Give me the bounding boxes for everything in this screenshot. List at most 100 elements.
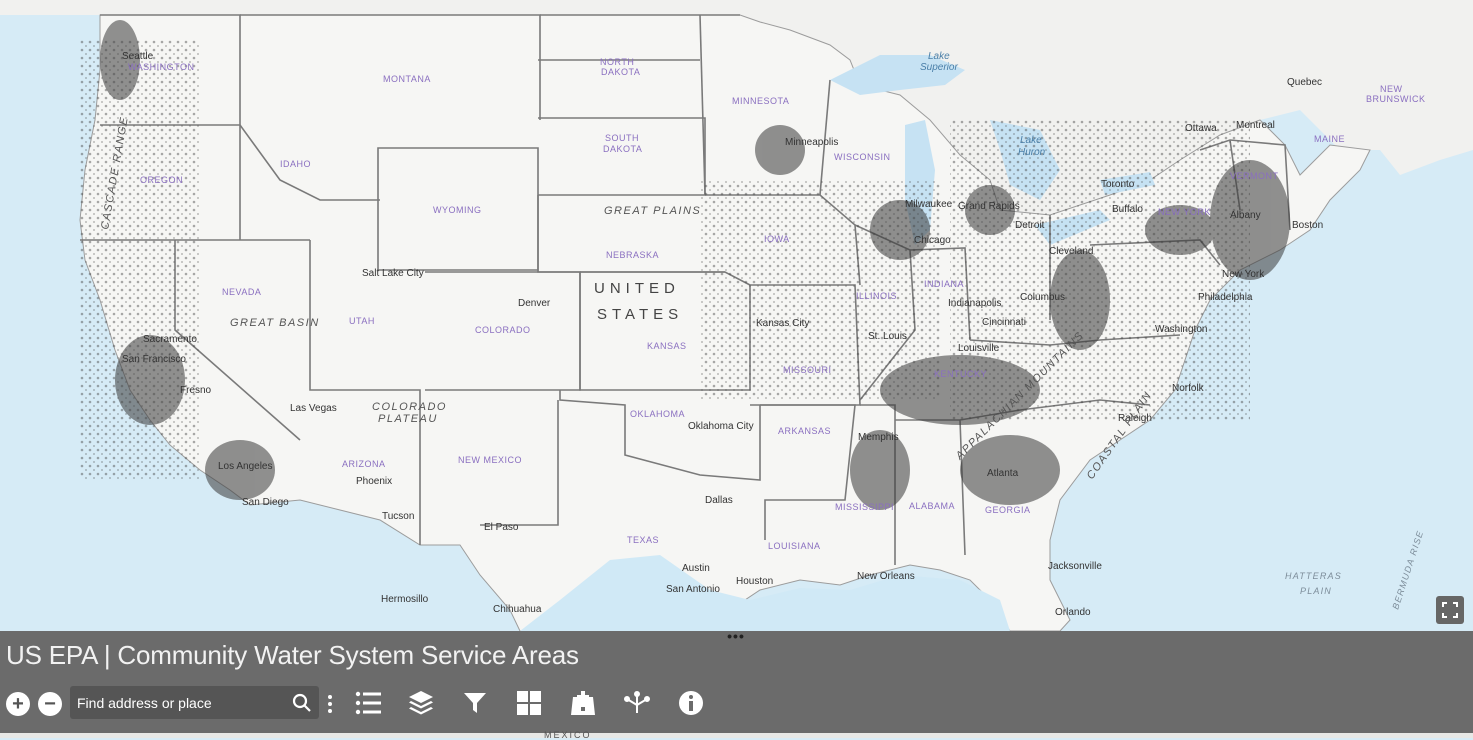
svg-text:St. Louis: St. Louis: [868, 331, 907, 342]
svg-text:Montreal: Montreal: [1236, 120, 1275, 131]
svg-text:Philadelphia: Philadelphia: [1198, 292, 1253, 303]
svg-text:Albany: Albany: [1230, 210, 1261, 221]
svg-text:STATES: STATES: [597, 306, 683, 323]
svg-text:Huron: Huron: [1018, 147, 1046, 158]
svg-text:NEW MEXICO: NEW MEXICO: [458, 455, 522, 465]
svg-text:New York: New York: [1222, 269, 1265, 280]
svg-text:Ottawa: Ottawa: [1185, 123, 1217, 134]
svg-text:MAINE: MAINE: [1314, 134, 1345, 144]
svg-text:WASHINGTON: WASHINGTON: [128, 62, 195, 72]
basemap-gallery-button[interactable]: [515, 689, 543, 717]
svg-text:IDAHO: IDAHO: [280, 159, 311, 169]
svg-text:NORTH: NORTH: [600, 57, 634, 67]
svg-text:UTAH: UTAH: [349, 316, 375, 326]
svg-text:MONTANA: MONTANA: [383, 74, 431, 84]
svg-text:New Orleans: New Orleans: [857, 571, 915, 582]
svg-text:MINNESOTA: MINNESOTA: [732, 96, 789, 106]
layers-button[interactable]: [407, 689, 435, 717]
svg-text:OKLAHOMA: OKLAHOMA: [630, 409, 685, 419]
svg-text:Indianapolis: Indianapolis: [948, 298, 1001, 309]
share-button[interactable]: [623, 689, 651, 717]
svg-text:Lake: Lake: [1020, 135, 1042, 146]
more-vertical-icon[interactable]: [325, 693, 335, 715]
svg-text:MISSISSIPPI: MISSISSIPPI: [835, 502, 894, 512]
search-input[interactable]: [70, 686, 285, 719]
svg-text:Seattle: Seattle: [122, 51, 154, 62]
svg-text:ARIZONA: ARIZONA: [342, 459, 386, 469]
svg-text:SOUTH: SOUTH: [605, 133, 639, 143]
svg-text:GEORGIA: GEORGIA: [985, 505, 1031, 515]
svg-text:LOUISIANA: LOUISIANA: [768, 541, 821, 551]
layers-icon: [409, 691, 433, 715]
svg-text:COLORADO: COLORADO: [372, 401, 447, 413]
svg-text:NEBRASKA: NEBRASKA: [606, 250, 659, 260]
search-icon: [292, 693, 311, 712]
svg-text:Hermosillo: Hermosillo: [381, 594, 429, 605]
svg-text:Chihuahua: Chihuahua: [493, 604, 542, 615]
about-button[interactable]: [677, 689, 705, 717]
legend-list-icon: [355, 691, 381, 715]
svg-text:NEVADA: NEVADA: [222, 287, 261, 297]
svg-text:INDIANA: INDIANA: [924, 279, 964, 289]
svg-text:TEXAS: TEXAS: [627, 535, 659, 545]
svg-text:Salt Lake City: Salt Lake City: [362, 268, 424, 279]
svg-text:ALABAMA: ALABAMA: [909, 501, 955, 511]
svg-text:Las Vegas: Las Vegas: [290, 403, 337, 414]
country-label-mexico: MEXICO: [544, 730, 592, 740]
svg-text:DAKOTA: DAKOTA: [603, 144, 642, 154]
svg-text:Sacramento: Sacramento: [143, 334, 197, 345]
svg-text:Grand Rapids: Grand Rapids: [958, 201, 1020, 212]
svg-text:San Francisco: San Francisco: [122, 354, 186, 365]
svg-text:Quebec: Quebec: [1287, 77, 1322, 88]
svg-text:NEW YORK: NEW YORK: [1158, 207, 1211, 217]
svg-text:San Diego: San Diego: [242, 497, 289, 508]
search-box: [70, 686, 319, 719]
svg-text:Memphis: Memphis: [858, 432, 899, 443]
panel-resize-handle[interactable]: •••: [726, 629, 746, 643]
svg-text:MISSOURI: MISSOURI: [783, 365, 832, 375]
zoom-out-button[interactable]: −: [38, 692, 62, 716]
svg-text:WISCONSIN: WISCONSIN: [834, 152, 891, 162]
svg-text:Columbus: Columbus: [1020, 292, 1065, 303]
fullscreen-icon: [1442, 602, 1458, 618]
svg-text:Phoenix: Phoenix: [356, 476, 392, 487]
search-button[interactable]: [292, 693, 312, 713]
share-icon: [624, 691, 650, 713]
bookmark-button[interactable]: [569, 689, 597, 717]
svg-text:Denver: Denver: [518, 298, 551, 309]
svg-text:Houston: Houston: [736, 576, 773, 587]
svg-text:Los Angeles: Los Angeles: [218, 461, 273, 472]
svg-text:Orlando: Orlando: [1055, 607, 1091, 618]
svg-text:Louisville: Louisville: [958, 343, 1000, 354]
svg-text:Milwaukee: Milwaukee: [905, 199, 953, 210]
filter-button[interactable]: [461, 689, 489, 717]
svg-text:WYOMING: WYOMING: [433, 205, 482, 215]
fullscreen-button[interactable]: [1436, 596, 1464, 624]
svg-text:Detroit: Detroit: [1015, 220, 1045, 231]
svg-text:OREGON: OREGON: [140, 175, 183, 185]
svg-text:Cincinnati: Cincinnati: [982, 317, 1026, 328]
svg-text:Oklahoma City: Oklahoma City: [688, 421, 754, 432]
legend-button[interactable]: [354, 689, 382, 717]
svg-text:Superior: Superior: [920, 62, 958, 73]
svg-text:Austin: Austin: [682, 563, 710, 574]
svg-text:El Paso: El Paso: [484, 522, 519, 533]
svg-text:GREAT BASIN: GREAT BASIN: [230, 317, 320, 329]
svg-text:DAKOTA: DAKOTA: [601, 67, 640, 77]
svg-text:ILLINOIS: ILLINOIS: [856, 291, 897, 301]
svg-text:Lake: Lake: [928, 51, 950, 62]
svg-text:KANSAS: KANSAS: [647, 341, 687, 351]
bookmark-add-icon: [571, 691, 595, 715]
svg-text:Buffalo: Buffalo: [1112, 204, 1143, 215]
svg-text:Kansas City: Kansas City: [756, 318, 809, 329]
svg-text:VERMONT: VERMONT: [1230, 171, 1279, 181]
svg-text:Minneapolis: Minneapolis: [785, 137, 838, 148]
zoom-in-button[interactable]: +: [6, 692, 30, 716]
svg-text:PLATEAU: PLATEAU: [378, 413, 438, 425]
svg-text:Tucson: Tucson: [382, 511, 414, 522]
svg-text:KENTUCKY: KENTUCKY: [934, 369, 987, 379]
svg-text:San Antonio: San Antonio: [666, 584, 720, 595]
svg-text:Chicago: Chicago: [914, 235, 951, 246]
map-bottom-strip: [0, 733, 1473, 738]
svg-text:PLAIN: PLAIN: [1300, 586, 1332, 596]
